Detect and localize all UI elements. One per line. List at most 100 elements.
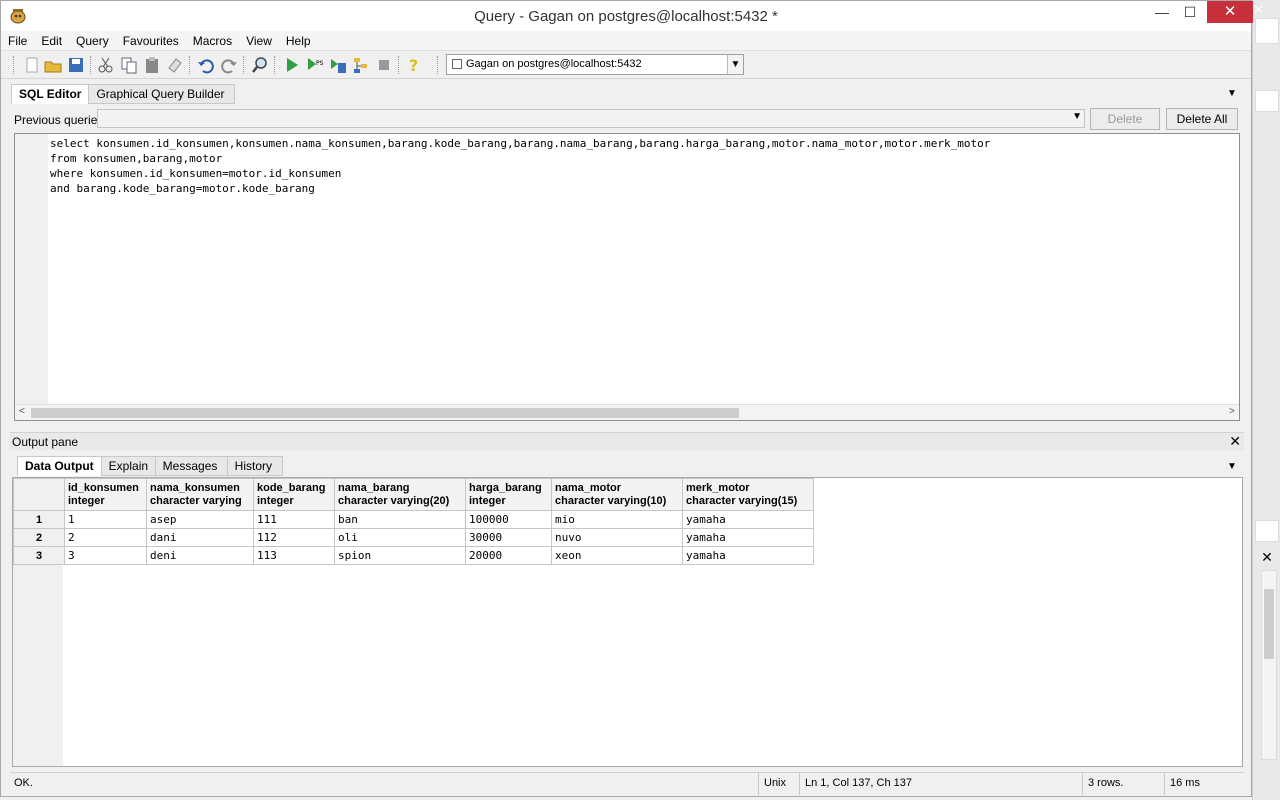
- open-folder-icon[interactable]: [44, 56, 62, 74]
- table-cell[interactable]: 112: [253, 528, 335, 547]
- sql-line: where konsumen.id_konsumen=motor.id_kons…: [50, 167, 342, 180]
- execute-to-file-icon[interactable]: [329, 56, 347, 74]
- table-cell[interactable]: oli: [334, 528, 466, 547]
- column-header[interactable]: id_konsumen integer: [64, 478, 147, 511]
- toolbar-grip: [437, 56, 439, 74]
- column-header[interactable]: kode_barang integer: [253, 478, 335, 511]
- table-cell[interactable]: ban: [334, 510, 466, 529]
- column-header[interactable]: harga_barang integer: [465, 478, 552, 511]
- sql-line: select konsumen.id_konsumen,konsumen.nam…: [50, 137, 991, 150]
- column-name: nama_konsumen: [150, 481, 240, 494]
- editor-horizontal-scrollbar[interactable]: < >: [15, 404, 1239, 420]
- help-icon[interactable]: ?: [405, 56, 423, 74]
- execute-icon[interactable]: [283, 56, 301, 74]
- column-header[interactable]: nama_barang character varying(20): [334, 478, 466, 511]
- grid-corner[interactable]: [13, 478, 65, 511]
- table-row[interactable]: 2 2 dani 112 oli 30000 nuvo yamaha: [13, 528, 814, 547]
- redo-icon[interactable]: [220, 56, 238, 74]
- tab-graphical-query-builder[interactable]: Graphical Query Builder: [88, 84, 236, 104]
- line-number-gutter: [15, 134, 48, 406]
- scroll-left-icon[interactable]: <: [19, 406, 25, 417]
- menu-query[interactable]: Query: [69, 34, 116, 48]
- chevron-down-icon[interactable]: ▼: [727, 55, 743, 74]
- menu-file[interactable]: File: [1, 34, 34, 48]
- minimize-button[interactable]: —: [1147, 1, 1177, 23]
- row-number[interactable]: 2: [13, 528, 65, 547]
- toolbar-separator: [398, 56, 400, 74]
- tab-explain[interactable]: Explain: [100, 456, 156, 476]
- connection-select[interactable]: Gagan on postgres@localhost:5432 ▼: [446, 54, 744, 75]
- table-cell[interactable]: 1: [64, 510, 147, 529]
- table-cell[interactable]: asep: [146, 510, 254, 529]
- tab-history[interactable]: History: [226, 456, 283, 476]
- table-cell[interactable]: yamaha: [682, 528, 814, 547]
- table-cell[interactable]: 111: [253, 510, 335, 529]
- table-cell[interactable]: 20000: [465, 546, 552, 565]
- menu-macros[interactable]: Macros: [186, 34, 239, 48]
- status-elapsed-time: 16 ms: [1164, 773, 1244, 795]
- sql-text[interactable]: select konsumen.id_konsumen,konsumen.nam…: [50, 136, 990, 196]
- row-number[interactable]: 1: [13, 510, 65, 529]
- save-icon[interactable]: [67, 56, 85, 74]
- connection-checkbox-icon: [452, 59, 462, 69]
- table-cell[interactable]: yamaha: [682, 510, 814, 529]
- table-cell[interactable]: spion: [334, 546, 466, 565]
- delete-button[interactable]: Delete: [1090, 108, 1160, 130]
- previous-queries-select[interactable]: ▼: [97, 109, 1085, 128]
- sql-editor[interactable]: select konsumen.id_konsumen,konsumen.nam…: [14, 133, 1240, 421]
- new-file-icon[interactable]: [23, 56, 41, 74]
- tab-messages[interactable]: Messages: [154, 456, 228, 476]
- column-header[interactable]: merk_motor character varying(15): [682, 478, 814, 511]
- cancel-query-icon[interactable]: [375, 56, 393, 74]
- scrollbar-thumb[interactable]: [31, 408, 739, 418]
- clear-icon[interactable]: [166, 56, 184, 74]
- find-icon[interactable]: [251, 56, 269, 74]
- cut-icon[interactable]: [97, 56, 115, 74]
- copy-icon[interactable]: [120, 56, 138, 74]
- status-row-count: 3 rows.: [1082, 773, 1164, 795]
- table-cell[interactable]: 3: [64, 546, 147, 565]
- table-cell[interactable]: 30000: [465, 528, 552, 547]
- table-cell[interactable]: nuvo: [551, 528, 683, 547]
- table-cell[interactable]: xeon: [551, 546, 683, 565]
- table-cell[interactable]: 2: [64, 528, 147, 547]
- tab-sql-editor[interactable]: SQL Editor: [11, 84, 90, 104]
- table-cell[interactable]: deni: [146, 546, 254, 565]
- close-icon[interactable]: ✕: [1229, 433, 1241, 450]
- menu-help[interactable]: Help: [279, 34, 318, 48]
- paste-icon[interactable]: [143, 56, 161, 74]
- sql-line: and barang.kode_barang=motor.kode_barang: [50, 182, 315, 195]
- output-pane-header: Output pane ✕: [10, 432, 1244, 450]
- status-cursor-position: Ln 1, Col 137, Ch 137: [799, 773, 1082, 795]
- menu-view[interactable]: View: [239, 34, 279, 48]
- table-row[interactable]: 1 1 asep 111 ban 100000 mio yamaha: [13, 510, 814, 529]
- table-cell[interactable]: dani: [146, 528, 254, 547]
- column-name: kode_barang: [257, 481, 326, 494]
- table-cell[interactable]: yamaha: [682, 546, 814, 565]
- output-pane-menu-icon[interactable]: ▼: [1227, 461, 1237, 472]
- column-type: character varying: [150, 494, 242, 507]
- column-header[interactable]: nama_konsumen character varying: [146, 478, 254, 511]
- explain-icon[interactable]: [352, 56, 370, 74]
- tab-data-output[interactable]: Data Output: [17, 456, 102, 476]
- editor-pane-menu-icon[interactable]: ▼: [1227, 88, 1237, 99]
- column-header[interactable]: nama_motor character varying(10): [551, 478, 683, 511]
- column-name: id_konsumen: [68, 481, 139, 494]
- menu-edit[interactable]: Edit: [34, 34, 69, 48]
- execute-pgscript-icon[interactable]: PS: [306, 56, 324, 74]
- delete-all-button[interactable]: Delete All: [1166, 108, 1238, 130]
- chevron-down-icon[interactable]: ▼: [1072, 111, 1082, 122]
- table-cell[interactable]: mio: [551, 510, 683, 529]
- table-cell[interactable]: 100000: [465, 510, 552, 529]
- table-cell[interactable]: 113: [253, 546, 335, 565]
- maximize-button[interactable]: ☐: [1175, 1, 1205, 23]
- undo-icon[interactable]: [197, 56, 215, 74]
- close-button[interactable]: ✕: [1207, 1, 1253, 23]
- connection-select-value: Gagan on postgres@localhost:5432: [466, 58, 642, 70]
- row-number[interactable]: 3: [13, 546, 65, 565]
- column-type: character varying(20): [338, 494, 450, 507]
- menu-favourites[interactable]: Favourites: [116, 34, 186, 48]
- table-row[interactable]: 3 3 deni 113 spion 20000 xeon yamaha: [13, 546, 814, 565]
- scroll-right-icon[interactable]: >: [1229, 406, 1235, 417]
- title-bar: Query - Gagan on postgres@localhost:5432…: [1, 1, 1253, 31]
